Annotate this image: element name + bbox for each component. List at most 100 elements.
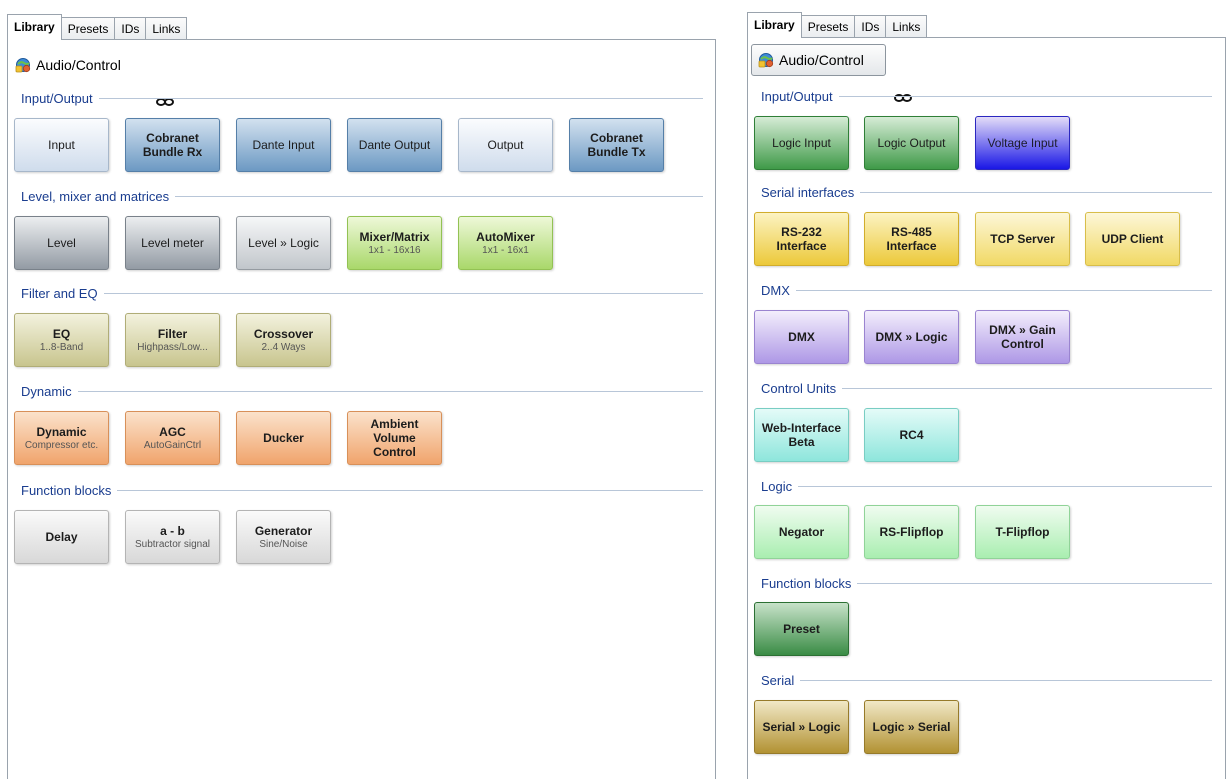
block-logic-serial[interactable]: Logic » Serial [864, 700, 959, 754]
app-icon [15, 57, 31, 73]
block-rs-flipflop[interactable]: RS-Flipflop [864, 505, 959, 559]
block-title: Preset [783, 622, 820, 636]
tab-links[interactable]: Links [885, 15, 928, 38]
block-eq[interactable]: EQ 1..8-Band [14, 313, 109, 367]
block-t-flipflop[interactable]: T-Flipflop [975, 505, 1070, 559]
section-divider [860, 191, 1212, 193]
section-title: Function blocks [21, 482, 112, 498]
block-voltage-input[interactable]: Voltage Input [975, 116, 1070, 170]
block-udp-client[interactable]: UDP Client [1085, 212, 1180, 266]
tab-ids[interactable]: IDs [854, 15, 887, 38]
block-title: Logic Input [772, 136, 831, 150]
block-dynamic[interactable]: Dynamic Compressor etc. [14, 411, 109, 465]
block-title: EQ [52, 326, 71, 341]
block-subtitle: Subtractor signal [134, 538, 211, 550]
block-generator[interactable]: Generator Sine/Noise [236, 510, 331, 564]
block-ducker[interactable]: Ducker [236, 411, 331, 465]
block-level-logic[interactable]: Level » Logic [236, 216, 331, 270]
section-function-blocks: Function blocks [761, 575, 1212, 591]
tab-presets[interactable]: Presets [800, 15, 856, 38]
section-dynamic: Dynamic [21, 383, 703, 399]
block-title: Level » Logic [248, 236, 319, 250]
block-tcp-server[interactable]: TCP Server [975, 212, 1070, 266]
block-rs485-interface[interactable]: RS-485 Interface [864, 212, 959, 266]
library-content: Audio/Control Input/Output Input Cobrane… [7, 39, 716, 779]
block-title: UDP Client [1101, 232, 1164, 246]
block-title: TCP Server [990, 232, 1055, 246]
block-title: a - b [160, 523, 185, 538]
block-dmx-logic[interactable]: DMX » Logic [864, 310, 959, 364]
block-subtitle: 1x1 - 16x1 [482, 244, 529, 256]
block-title: Logic » Serial [872, 720, 951, 734]
tab-library[interactable]: Library [7, 14, 62, 40]
block-ambient-volume-control[interactable]: Ambient Volume Control [347, 411, 442, 465]
section-title: Filter and EQ [21, 285, 98, 301]
block-dante-input[interactable]: Dante Input [236, 118, 331, 172]
block-output[interactable]: Output [458, 118, 553, 172]
block-title: Crossover [253, 326, 314, 341]
tab-bar: Library Presets IDs Links [747, 12, 928, 38]
category-selector[interactable]: Audio/Control [751, 44, 886, 76]
block-rs232-interface[interactable]: RS-232 Interface [754, 212, 849, 266]
section-logic: Logic [761, 478, 1212, 494]
block-logic-input[interactable]: Logic Input [754, 116, 849, 170]
block-subtitle: 1..8-Band [39, 341, 84, 353]
category-label: Audio/Control [36, 56, 121, 73]
block-level-meter[interactable]: Level meter [125, 216, 220, 270]
block-title: Output [487, 138, 524, 152]
section-title: Input/Output [761, 88, 833, 104]
tab-presets[interactable]: Presets [60, 17, 116, 40]
section-title: Logic [761, 478, 793, 494]
section-filter-eq: Filter and EQ [21, 285, 703, 301]
section-divider [77, 390, 703, 392]
block-title: Serial » Logic [762, 720, 841, 734]
section-divider [103, 292, 703, 294]
block-web-interface[interactable]: Web-Interface Beta [754, 408, 849, 462]
block-input[interactable]: Input [14, 118, 109, 172]
section-serial: Serial [761, 672, 1212, 688]
section-divider [798, 485, 1212, 487]
block-crossover[interactable]: Crossover 2..4 Ways [236, 313, 331, 367]
block-serial-logic[interactable]: Serial » Logic [754, 700, 849, 754]
section-input-output: Input/Output [761, 88, 1212, 104]
section-function-blocks: Function blocks [21, 482, 703, 498]
block-a-minus-b[interactable]: a - b Subtractor signal [125, 510, 220, 564]
block-logic-output[interactable]: Logic Output [864, 116, 959, 170]
block-title: Web-Interface Beta [761, 421, 842, 449]
block-rc4[interactable]: RC4 [864, 408, 959, 462]
block-title: Negator [778, 525, 825, 539]
block-negator[interactable]: Negator [754, 505, 849, 559]
block-delay[interactable]: Delay [14, 510, 109, 564]
block-dmx-gain-control[interactable]: DMX » Gain Control [975, 310, 1070, 364]
block-agc[interactable]: AGC AutoGainCtrl [125, 411, 220, 465]
block-dmx[interactable]: DMX [754, 310, 849, 364]
tab-bar: Library Presets IDs Links [7, 14, 188, 40]
section-divider [795, 289, 1212, 291]
block-dante-output[interactable]: Dante Output [347, 118, 442, 172]
block-title: RS-232 Interface [776, 225, 827, 253]
block-preset[interactable]: Preset [754, 602, 849, 656]
block-cobranet-bundle-rx[interactable]: Cobranet Bundle Rx [125, 118, 220, 172]
block-filter[interactable]: Filter Highpass/Low... [125, 313, 220, 367]
section-divider [800, 679, 1212, 681]
block-subtitle: Highpass/Low... [137, 341, 208, 353]
tab-links[interactable]: Links [145, 17, 188, 40]
tab-ids[interactable]: IDs [114, 17, 147, 40]
block-title: Mixer/Matrix [359, 229, 430, 244]
block-cobranet-bundle-tx[interactable]: Cobranet Bundle Tx [569, 118, 664, 172]
tab-library[interactable]: Library [747, 12, 802, 38]
category-selector[interactable]: Audio/Control [14, 49, 127, 80]
section-divider [175, 195, 703, 197]
block-subtitle: AutoGainCtrl [143, 439, 202, 451]
block-title: Cobranet Bundle Tx [587, 131, 646, 159]
block-subtitle: Compressor etc. [24, 439, 99, 451]
section-divider [857, 582, 1212, 584]
block-level[interactable]: Level [14, 216, 109, 270]
block-title: AutoMixer [476, 229, 535, 244]
block-title: DMX » Logic [875, 330, 948, 344]
section-divider [842, 387, 1212, 389]
block-subtitle: 1x1 - 16x16 [368, 244, 421, 256]
block-title: Dante Output [358, 138, 431, 152]
block-mixer-matrix[interactable]: Mixer/Matrix 1x1 - 16x16 [347, 216, 442, 270]
block-automixer[interactable]: AutoMixer 1x1 - 16x1 [458, 216, 553, 270]
